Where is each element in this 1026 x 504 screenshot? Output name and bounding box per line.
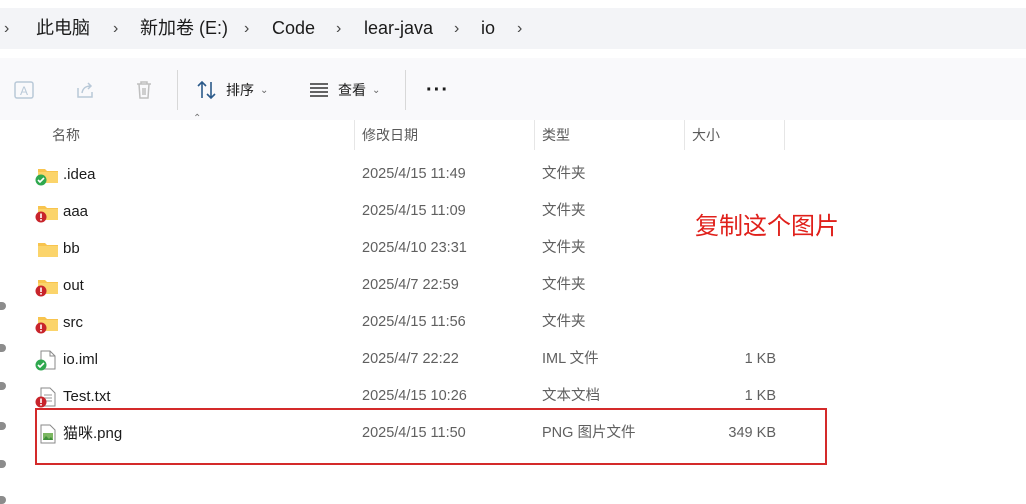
- file-type: 文件夹: [542, 277, 586, 293]
- chevron-right-icon[interactable]: ›: [4, 8, 9, 49]
- file-name[interactable]: out: [63, 267, 84, 304]
- file-modified: 2025/4/7 22:59: [362, 277, 459, 293]
- breadcrumb-item-this-pc[interactable]: 此电脑: [36, 8, 90, 49]
- sort-label: 排序: [226, 82, 254, 98]
- column-divider[interactable]: [534, 120, 535, 150]
- file-modified: 2025/4/10 23:31: [362, 240, 467, 256]
- highlight-box: [35, 408, 827, 465]
- file-name[interactable]: bb: [63, 230, 80, 267]
- file-type: 文件夹: [542, 166, 586, 182]
- toolbar-separator: [405, 70, 406, 110]
- column-divider[interactable]: [684, 120, 685, 150]
- chevron-right-icon[interactable]: ›: [454, 8, 459, 49]
- file-modified: 2025/4/15 11:56: [362, 314, 466, 330]
- file-name[interactable]: aaa: [63, 193, 88, 230]
- column-header-size[interactable]: 大小: [692, 120, 720, 150]
- breadcrumb-item-code[interactable]: Code: [272, 8, 315, 49]
- file-type: 文件夹: [542, 314, 586, 330]
- file-row[interactable]: out 2025/4/7 22:59 文件夹: [0, 267, 1026, 304]
- file-synced-icon: [35, 350, 59, 371]
- column-divider[interactable]: [354, 120, 355, 150]
- folder-synced-icon: [35, 165, 59, 186]
- sort-button[interactable]: 排序 ⌄: [196, 78, 268, 102]
- file-row[interactable]: io.iml 2025/4/7 22:22 IML 文件 1 KB: [0, 341, 1026, 378]
- file-name[interactable]: io.iml: [63, 341, 98, 378]
- nav-pane-marker: [0, 460, 6, 468]
- file-row[interactable]: .idea 2025/4/15 11:49 文件夹: [0, 156, 1026, 193]
- file-row[interactable]: aaa 2025/4/15 11:09 文件夹: [0, 193, 1026, 230]
- chevron-down-icon: ⌄: [372, 84, 381, 96]
- file-row[interactable]: src 2025/4/15 11:56 文件夹: [0, 304, 1026, 341]
- file-type: 文件夹: [542, 203, 586, 219]
- text-file-error-icon: [35, 387, 59, 408]
- more-icon: ···: [426, 78, 449, 101]
- folder-error-icon: [35, 313, 59, 334]
- file-modified: 2025/4/7 22:22: [362, 351, 459, 367]
- folder-error-icon: [35, 202, 59, 223]
- sort-icon: [197, 80, 216, 100]
- breadcrumb-item-drive[interactable]: 新加卷 (E:): [140, 8, 228, 49]
- column-header-name[interactable]: 名称: [52, 120, 80, 150]
- view-button[interactable]: 查看 ⌄: [308, 78, 380, 102]
- share-icon[interactable]: [73, 78, 97, 102]
- file-type: 文件夹: [542, 240, 586, 256]
- file-name[interactable]: src: [63, 304, 83, 341]
- column-header-modified[interactable]: 修改日期: [362, 120, 418, 150]
- chevron-right-icon[interactable]: ›: [244, 8, 249, 49]
- breadcrumb-item-lear-java[interactable]: lear-java: [364, 8, 433, 49]
- toolbar-separator: [177, 70, 178, 110]
- file-name[interactable]: .idea: [63, 156, 96, 193]
- annotation-text: 复制这个图片: [695, 213, 839, 240]
- file-row[interactable]: bb 2025/4/10 23:31 文件夹: [0, 230, 1026, 267]
- column-divider[interactable]: [784, 120, 785, 150]
- file-type: IML 文件: [542, 351, 599, 367]
- breadcrumb-item-io[interactable]: io: [481, 8, 495, 49]
- folder-icon: [37, 239, 59, 259]
- chevron-down-icon: ⌄: [260, 84, 269, 96]
- chevron-right-icon[interactable]: ›: [336, 8, 341, 49]
- sort-ascending-icon: ⌃: [193, 113, 202, 124]
- file-size: 1 KB: [744, 351, 776, 367]
- column-header-type[interactable]: 类型: [542, 120, 570, 150]
- view-label: 查看: [338, 82, 366, 98]
- file-modified: 2025/4/15 11:09: [362, 203, 466, 219]
- file-modified: 2025/4/15 11:49: [362, 166, 466, 182]
- svg-text:A: A: [20, 84, 28, 98]
- folder-error-icon: [35, 276, 59, 297]
- chevron-right-icon[interactable]: ›: [517, 8, 522, 49]
- chevron-right-icon[interactable]: ›: [113, 8, 118, 49]
- delete-icon[interactable]: [132, 78, 156, 102]
- rename-icon[interactable]: A: [12, 78, 36, 102]
- view-list-icon: [310, 83, 328, 97]
- more-options-button[interactable]: ···: [426, 78, 449, 102]
